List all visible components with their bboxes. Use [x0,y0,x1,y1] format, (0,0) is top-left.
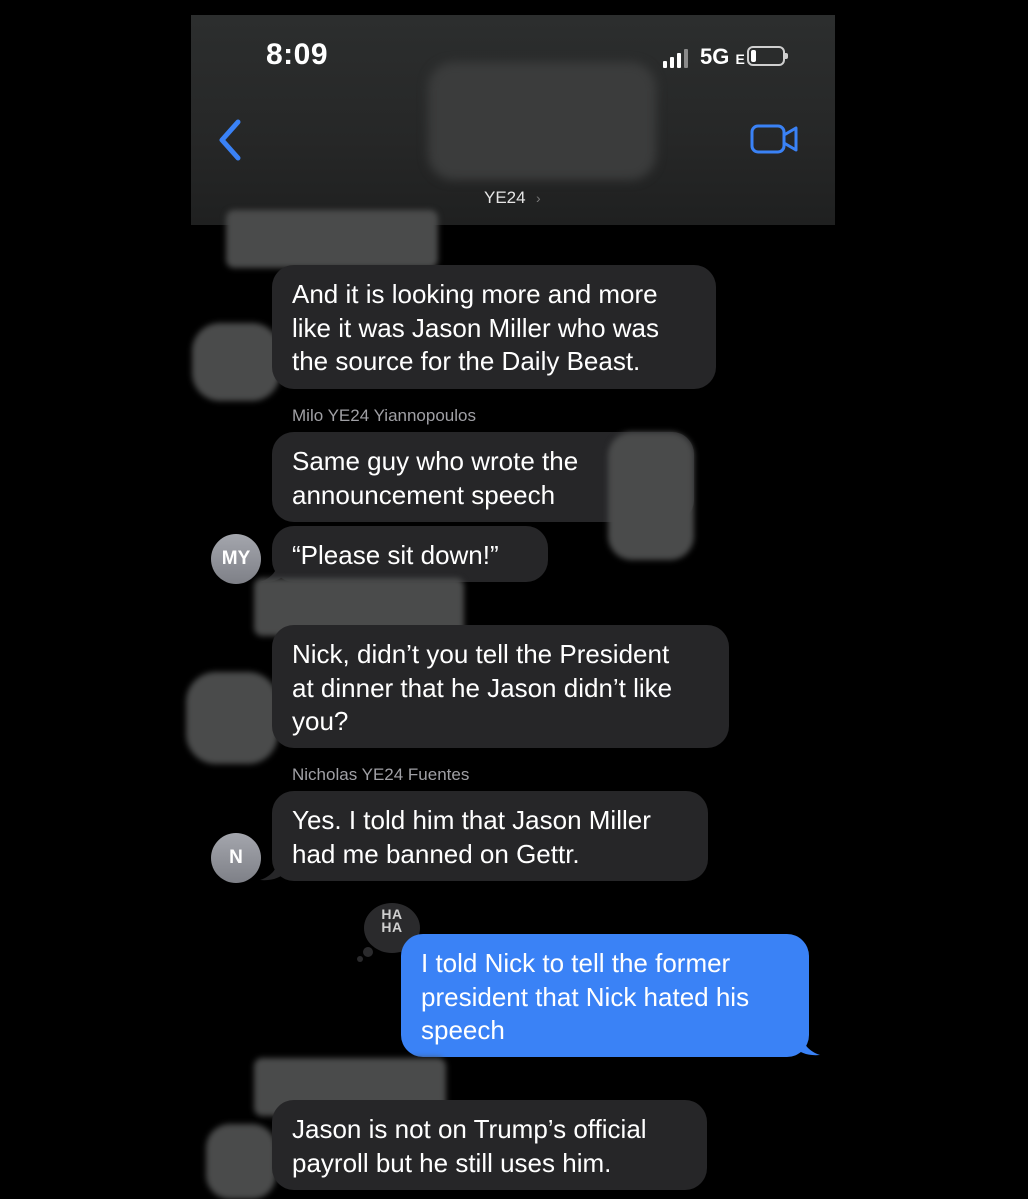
tapback-tail [357,956,363,962]
message-bubble[interactable]: Jason is not on Trump’s official payroll… [272,1100,707,1190]
group-photo-redacted [428,62,656,180]
message-bubble[interactable]: And it is looking more and more like it … [272,265,716,389]
facetime-video-button[interactable] [750,122,800,156]
redacted-avatar [192,323,280,401]
bubble-tail [794,1033,820,1056]
battery-icon [747,46,788,66]
redacted-avatar [186,672,278,764]
chevron-right-icon[interactable]: › [536,190,541,206]
chevron-left-icon [219,119,241,161]
network-indicator: 5G E [700,44,745,69]
sender-name: Nicholas YE24 Fuentes [292,765,470,784]
redacted-avatar [206,1124,276,1199]
avatar[interactable]: N [211,833,261,883]
cellular-signal-icon [663,48,689,68]
status-time: 8:09 [266,38,329,71]
back-button[interactable] [212,118,252,162]
haha-icon: HA HA [381,906,403,935]
message-bubble[interactable]: Nick, didn’t you tell the President at d… [272,625,729,748]
sender-name: Milo YE24 Yiannopoulos [292,406,476,425]
bubble-tail [260,858,286,881]
redacted-sender-name [226,210,438,268]
message-bubble[interactable]: “Please sit down!” [272,526,548,582]
group-name[interactable]: YE24 [484,188,526,208]
tapback-tail [363,947,373,957]
messages-screen: 8:09 5G E YE24 › And it is looking more … [0,0,1028,1199]
avatar[interactable]: MY [211,534,261,584]
outgoing-message-bubble[interactable]: I told Nick to tell the former president… [401,934,809,1057]
message-bubble[interactable]: Yes. I told him that Jason Miller had me… [272,791,708,881]
redacted-content [608,432,694,560]
video-camera-icon [750,124,798,154]
